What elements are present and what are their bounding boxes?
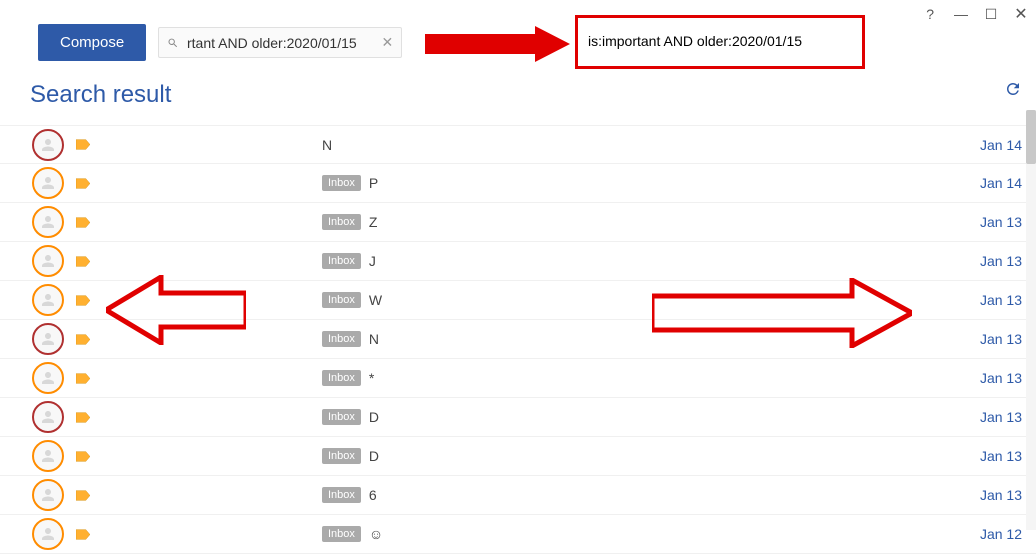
email-subject: D: [369, 409, 379, 425]
email-date: Jan 13: [980, 448, 1022, 464]
email-row[interactable]: Inbox N Jan 13: [0, 320, 1036, 359]
email-subject: Z: [369, 214, 378, 230]
inbox-badge: Inbox: [322, 175, 361, 191]
avatar: [32, 479, 64, 511]
inbox-badge: Inbox: [322, 292, 361, 308]
email-date: Jan 14: [980, 137, 1022, 153]
close-button[interactable]: ✕: [1014, 7, 1028, 21]
email-date: Jan 13: [980, 487, 1022, 503]
email-row[interactable]: Inbox J Jan 13: [0, 242, 1036, 281]
email-date: Jan 13: [980, 253, 1022, 269]
avatar: [32, 245, 64, 277]
page-title: Search result: [30, 81, 1036, 109]
email-date: Jan 13: [980, 331, 1022, 347]
email-date: Jan 13: [980, 214, 1022, 230]
avatar: [32, 518, 64, 550]
email-subject: *: [369, 370, 374, 386]
annotation-arrow: [425, 24, 570, 64]
inbox-badge: Inbox: [322, 526, 361, 542]
important-tag-icon[interactable]: [76, 451, 90, 462]
email-row[interactable]: Inbox D Jan 13: [0, 437, 1036, 476]
refresh-area: [1004, 80, 1022, 103]
important-tag-icon[interactable]: [76, 490, 90, 501]
row-content: Inbox W: [322, 292, 382, 308]
avatar: [32, 167, 64, 199]
email-row[interactable]: Inbox P Jan 14: [0, 164, 1036, 203]
refresh-icon[interactable]: [1004, 82, 1022, 102]
search-icon: [167, 36, 179, 50]
window-controls: ? — ☐ ✕: [926, 6, 1028, 22]
email-subject: N: [322, 137, 332, 153]
avatar: [32, 401, 64, 433]
important-tag-icon[interactable]: [76, 295, 90, 306]
avatar: [32, 206, 64, 238]
email-date: Jan 13: [980, 370, 1022, 386]
email-list: N Jan 14 Inbox P Jan 14 Inbox Z Jan 13 Inbox J Jan…: [0, 125, 1036, 554]
avatar: [32, 323, 64, 355]
important-tag-icon[interactable]: [76, 217, 90, 228]
email-row[interactable]: Inbox D Jan 13: [0, 398, 1036, 437]
email-subject: 6: [369, 487, 377, 503]
email-row[interactable]: Inbox ☺ Jan 12: [0, 515, 1036, 554]
email-date: Jan 14: [980, 175, 1022, 191]
email-date: Jan 12: [980, 526, 1022, 542]
email-date: Jan 13: [980, 409, 1022, 425]
email-subject: P: [369, 175, 378, 191]
avatar: [32, 284, 64, 316]
scrollbar[interactable]: [1026, 110, 1036, 530]
row-content: Inbox P: [322, 175, 378, 191]
search-input[interactable]: [187, 35, 377, 51]
row-content: Inbox D: [322, 409, 379, 425]
avatar: [32, 129, 64, 161]
email-row[interactable]: Inbox 6 Jan 13: [0, 476, 1036, 515]
search-box[interactable]: ✕: [158, 27, 402, 58]
inbox-badge: Inbox: [322, 331, 361, 347]
annotation-callout: is:important AND older:2020/01/15: [575, 15, 865, 69]
help-icon[interactable]: ?: [926, 6, 934, 22]
row-content: Inbox J: [322, 253, 376, 269]
avatar: [32, 362, 64, 394]
email-row[interactable]: N Jan 14: [0, 125, 1036, 164]
inbox-badge: Inbox: [322, 253, 361, 269]
email-subject: D: [369, 448, 379, 464]
maximize-button[interactable]: ☐: [984, 7, 998, 21]
important-tag-icon[interactable]: [76, 139, 90, 150]
clear-search-icon[interactable]: ✕: [381, 34, 393, 51]
email-subject: W: [369, 292, 382, 308]
scrollbar-thumb[interactable]: [1026, 110, 1036, 164]
avatar: [32, 440, 64, 472]
inbox-badge: Inbox: [322, 409, 361, 425]
important-tag-icon[interactable]: [76, 334, 90, 345]
row-content: Inbox N: [322, 331, 379, 347]
email-subject: N: [369, 331, 379, 347]
annotation-text: is:important AND older:2020/01/15: [588, 33, 802, 49]
inbox-badge: Inbox: [322, 448, 361, 464]
row-content: N: [322, 137, 332, 153]
row-content: Inbox Z: [322, 214, 377, 230]
inbox-badge: Inbox: [322, 370, 361, 386]
important-tag-icon[interactable]: [76, 178, 90, 189]
row-content: Inbox 6: [322, 487, 377, 503]
row-content: Inbox D: [322, 448, 379, 464]
important-tag-icon[interactable]: [76, 412, 90, 423]
email-row[interactable]: Inbox Z Jan 13: [0, 203, 1036, 242]
compose-button[interactable]: Compose: [38, 24, 146, 61]
inbox-badge: Inbox: [322, 214, 361, 230]
email-date: Jan 13: [980, 292, 1022, 308]
email-row[interactable]: Inbox W Jan 13: [0, 281, 1036, 320]
inbox-badge: Inbox: [322, 487, 361, 503]
important-tag-icon[interactable]: [76, 256, 90, 267]
email-subject: J: [369, 253, 376, 269]
important-tag-icon[interactable]: [76, 373, 90, 384]
row-content: Inbox *: [322, 370, 374, 386]
row-content: Inbox ☺: [322, 526, 383, 542]
email-row[interactable]: Inbox * Jan 13: [0, 359, 1036, 398]
email-subject: ☺: [369, 526, 383, 542]
minimize-button[interactable]: —: [954, 7, 968, 21]
